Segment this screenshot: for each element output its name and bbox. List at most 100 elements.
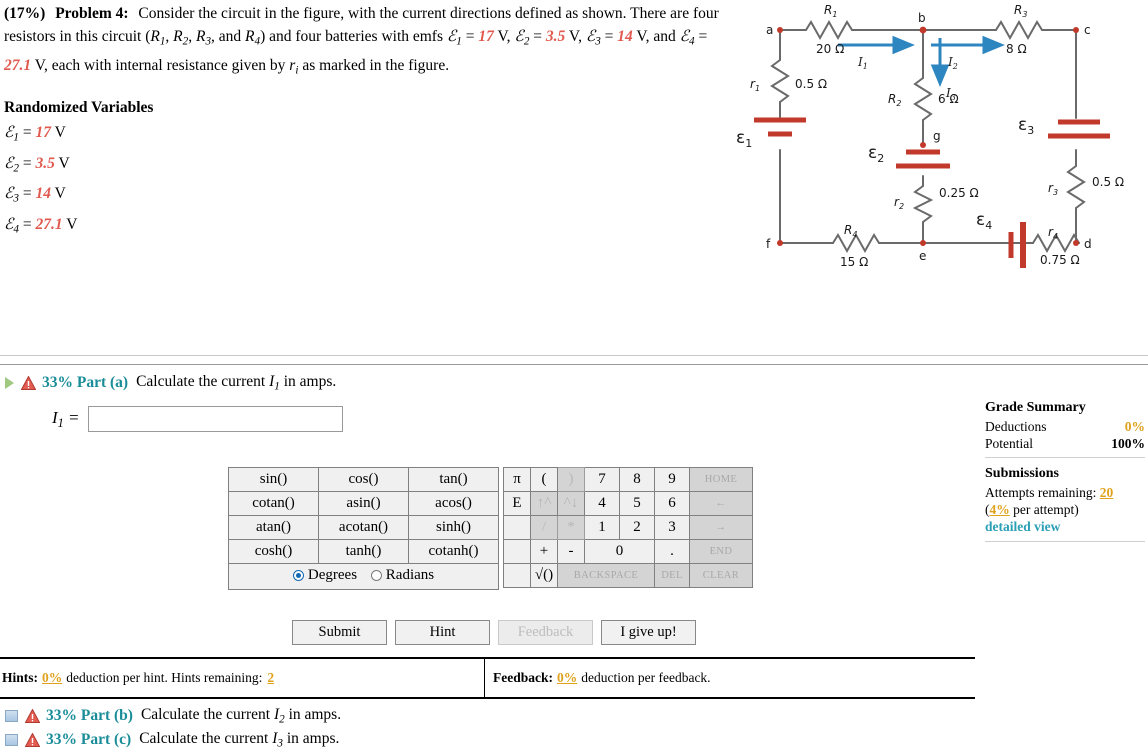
resistor-label-R2: R2 [888,92,901,108]
randomized-variables: Randomized Variables ℰ1 = 17 V ℰ2 = 3.5 … [4,95,334,242]
circuit-diagram: a b c d e f g R1 20 Ω R3 8 Ω R2 6 Ω R4 1… [728,0,1148,310]
rv-eq-3: = [22,185,32,203]
problem-statement: (17%) Problem 4: Consider the circuit in… [4,5,719,77]
calc-button-tan[interactable]: tan() [408,467,499,492]
potential-row: Potential 100% [985,435,1145,452]
calculator-keypad[interactable]: sin() cos() tan() cotan() asin() acos() … [228,467,753,590]
calc-button-0[interactable]: 0 [584,539,655,564]
calc-button-acos[interactable]: acos() [408,491,499,516]
calc-button-close-paren[interactable]: ) [557,467,585,492]
calc-button-sqrt[interactable]: √() [530,563,558,588]
unit-v-3: V [636,28,646,45]
calc-button-cotanh[interactable]: cotanh() [408,539,499,564]
emf-1-value: 17 [478,28,494,45]
attempts-remaining-row: Attempts remaining: 20 [985,484,1145,501]
action-button-group: Submit Hint Feedback I give up! [292,620,696,645]
calc-button-cos[interactable]: cos() [318,467,409,492]
submit-button[interactable]: Submit [292,620,387,645]
per-attempt-pct[interactable]: 4% [990,502,1010,517]
internal-res-value-r2: 0.25 Ω [939,186,979,200]
emf-3-inline: ℰ3 = 14 V, and [585,27,676,48]
hint-button[interactable]: Hint [395,620,490,645]
feedback-deduction-pct[interactable]: 0% [557,670,577,686]
part-a-header[interactable]: 33% Part (a) Calculate the current I1 in… [2,372,336,394]
hints-feedback-bar: Hints: 0% deduction per hint. Hints rema… [0,657,975,699]
calc-button-decimal[interactable]: . [654,539,690,564]
calc-button-2[interactable]: 2 [619,515,655,540]
calc-button-pi[interactable]: π [503,467,531,492]
rv-value-2: 3.5 [35,154,55,172]
feedback-label: Feedback: [493,670,553,685]
calc-button-cosh[interactable]: cosh() [228,539,319,564]
keypad-row: + - 0 . END [503,539,753,564]
hints-deduction-pct[interactable]: 0% [42,670,62,686]
calc-button-open-paren[interactable]: ( [530,467,558,492]
calc-button-power-down-icon[interactable]: ^↓ [557,491,585,516]
randomized-variable-row: ℰ4 = 27.1 V [4,214,78,236]
part-b-percent-label: 33% Part (b) [46,707,133,724]
calc-button-del[interactable]: DEL [654,563,690,588]
internal-res-value-r4: 0.75 Ω [1040,253,1080,267]
radio-radians-icon[interactable] [370,570,382,581]
calc-button-left-arrow-icon[interactable]: ← [689,491,753,516]
calc-button-tanh[interactable]: tanh() [318,539,409,564]
calc-button-end[interactable]: END [689,539,753,564]
radio-degrees-icon[interactable] [292,570,304,581]
calc-button-5[interactable]: 5 [619,491,655,516]
calc-button-minus[interactable]: - [557,539,585,564]
answer-input[interactable] [87,406,343,432]
radio-option-degrees[interactable]: Degrees [292,567,357,584]
calc-button-asin[interactable]: asin() [318,491,409,516]
calc-angle-mode-row: Degrees Radians [228,563,499,590]
expand-arrow-icon[interactable] [5,377,14,389]
angle-mode-cell[interactable]: Degrees Radians [228,563,499,590]
resistor-label-R1: R1 [824,3,837,19]
calc-button-1[interactable]: 1 [584,515,620,540]
grade-summary-panel: Grade Summary Deductions 0% Potential 10… [985,400,1145,542]
calc-button-e[interactable]: E [503,491,531,516]
numeric-keypad-table[interactable]: π ( ) 7 8 9 HOME E ↑^ ^↓ 4 5 6 ← / * 1 2… [503,467,753,588]
calc-button-sinh[interactable]: sinh() [408,515,499,540]
calc-button-9[interactable]: 9 [654,467,690,492]
calc-button-cotan[interactable]: cotan() [228,491,319,516]
deductions-label: Deductions [985,419,1047,434]
rv-sub-2: 2 [13,162,19,175]
function-buttons-table[interactable]: sin() cos() tan() cotan() asin() acos() … [228,467,499,590]
current-label-I3: I3 [945,86,956,102]
hints-remaining-count[interactable]: 2 [267,670,274,686]
radio-option-radians[interactable]: Radians [370,567,434,584]
calc-button-6[interactable]: 6 [654,491,690,516]
collapsed-section-icon[interactable] [5,710,18,722]
calc-button-sin[interactable]: sin() [228,467,319,492]
calc-button-multiply[interactable]: * [557,515,585,540]
detailed-view-link[interactable]: detailed view [985,518,1060,535]
battery-label-E1: ε1 [736,128,752,150]
calc-button-clear[interactable]: CLEAR [689,563,753,588]
emf-4-value: 27.1 [4,56,32,74]
calc-button-4[interactable]: 4 [584,491,620,516]
collapsed-section-icon[interactable] [5,734,18,746]
calc-button-home[interactable]: HOME [689,467,753,492]
feedback-text: deduction per feedback. [581,670,711,685]
rv-sub-1: 1 [13,131,19,144]
calc-button-plus[interactable]: + [530,539,558,564]
emf-2-value: 3.5 [545,28,566,45]
calc-button-divide[interactable]: / [530,515,558,540]
calc-button-8[interactable]: 8 [619,467,655,492]
keypad-row: / * 1 2 3 → [503,515,753,540]
calc-button-7[interactable]: 7 [584,467,620,492]
attempts-value[interactable]: 20 [1100,485,1114,500]
calc-button-right-arrow-icon[interactable]: → [689,515,753,540]
calc-button-3[interactable]: 3 [654,515,690,540]
submissions-title: Submissions [985,466,1059,481]
calc-button-atan[interactable]: atan() [228,515,319,540]
calc-button-acotan[interactable]: acotan() [318,515,409,540]
calc-fn-row: cosh() tanh() cotanh() [228,539,499,564]
part-b-header[interactable]: 33% Part (b) Calculate the current I2 in… [2,705,341,727]
i-give-up-button[interactable]: I give up! [601,620,696,645]
calc-button-backspace[interactable]: BACKSPACE [557,563,655,588]
part-c-description: Calculate the current I3 in amps. [139,730,340,750]
rv-unit-3: V [54,185,66,203]
calc-button-power-up-icon[interactable]: ↑^ [530,491,558,516]
deductions-value: 0% [1124,419,1145,434]
